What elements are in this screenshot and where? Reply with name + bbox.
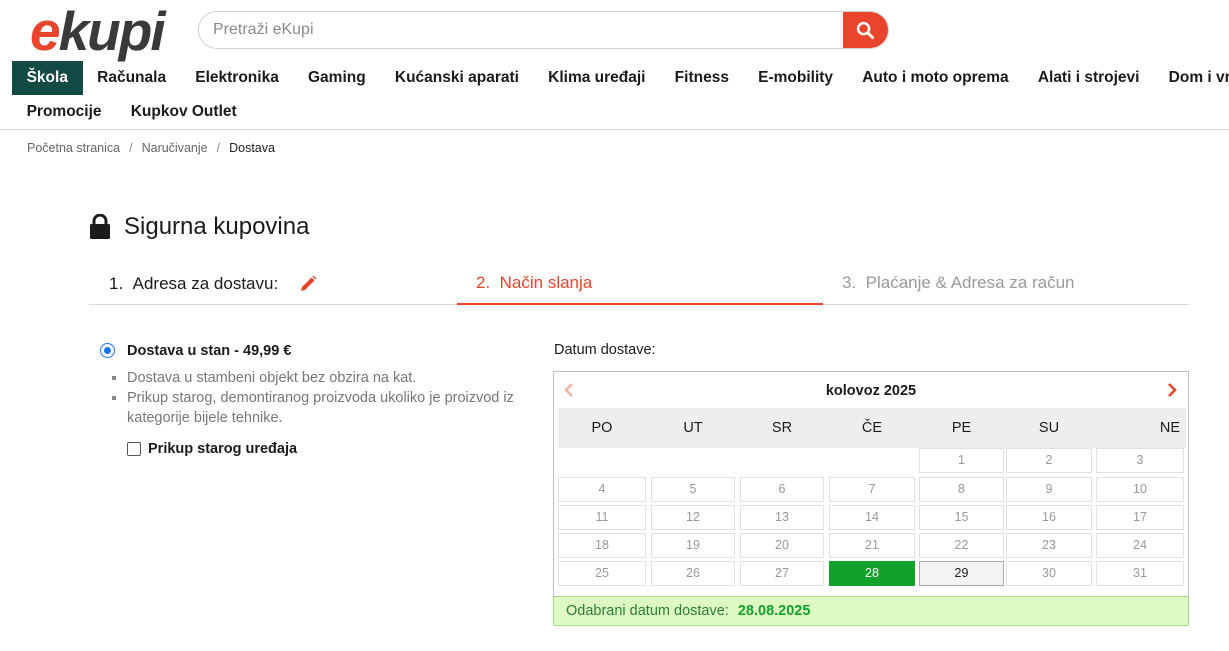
calendar-month: kolovoz 2025 <box>825 383 917 399</box>
selected-date-value: 28.08.2025 <box>737 603 811 619</box>
calendar-header: kolovoz 2025 <box>554 372 1188 408</box>
step-shipping-label: Način slanja <box>499 273 593 292</box>
weekday-label: SU <box>1038 420 1060 436</box>
calendar-day: 16 <box>1006 505 1092 530</box>
delivery-option-details: Dostava u stambeni objekt bez obzira na … <box>112 368 542 428</box>
search-icon <box>856 21 875 39</box>
calendar-day: 13 <box>740 505 824 530</box>
chevron-right-icon[interactable] <box>1165 381 1179 399</box>
step-shipping[interactable]: 2. Način slanja <box>457 262 823 305</box>
calendar-day: 26 <box>651 561 735 586</box>
calendar-weekdays: PO UT SR ČE PE SU NE <box>558 408 1186 448</box>
weekday-label: NE <box>1159 420 1180 436</box>
nav-item[interactable]: Promocije <box>12 96 116 128</box>
calendar-day: 25 <box>558 561 646 586</box>
page-title: Sigurna kupovina <box>124 213 310 240</box>
calendar-day: 7 <box>829 477 915 502</box>
calendar-day: 14 <box>829 505 915 530</box>
calendar-day: 6 <box>740 477 824 502</box>
page-title-row: Sigurna kupovina <box>89 213 309 241</box>
lock-icon <box>90 214 110 239</box>
nav-item[interactable]: Gaming <box>293 61 380 95</box>
breadcrumb-separator: / <box>129 141 133 155</box>
main-category-nav: Škola Računala Elektronika Gaming Kućanski a… <box>12 61 1229 95</box>
nav-item[interactable]: Kućanski aparati <box>380 61 533 95</box>
weekday-label: ČE <box>861 420 883 436</box>
weekday-label: PE <box>951 420 972 436</box>
pickup-old-device-row[interactable]: Prikup starog uređaja <box>127 441 297 457</box>
list-item: Dostava u stambeni objekt bez obzira na … <box>112 368 542 388</box>
nav-item[interactable]: E-mobility <box>744 61 848 95</box>
calendar-day: 27 <box>740 561 824 586</box>
pencil-icon[interactable] <box>298 274 318 294</box>
nav-item[interactable]: Kupkov Outlet <box>116 96 251 128</box>
checkout-steps: 1. Adresa za dostavu: 2. Način slanja 3.… <box>89 262 1189 305</box>
calendar-day: 24 <box>1096 533 1184 558</box>
delivery-calendar: kolovoz 2025 PO UT SR ČE PE SU NE 1 2 3 4 5 6 7 8 9 10 1… <box>553 371 1189 597</box>
nav-item[interactable]: Dom i vrt <box>1154 61 1229 95</box>
calendar-day: 22 <box>919 533 1004 558</box>
calendar-day: 19 <box>651 533 735 558</box>
delivery-date-label: Datum dostave: <box>554 342 656 358</box>
nav-item[interactable]: Klima uređaji <box>534 61 661 95</box>
calendar-day: 8 <box>919 477 1004 502</box>
step-payment-label: Plaćanje & Adresa za račun <box>865 273 1075 292</box>
calendar-day: 17 <box>1096 505 1184 530</box>
breadcrumb-separator: / <box>216 141 221 155</box>
calendar-day: 4 <box>558 477 646 502</box>
pickup-old-device-label[interactable]: Prikup starog uređaja <box>148 441 297 457</box>
nav-item[interactable]: Elektronika <box>181 61 294 95</box>
calendar-day: 23 <box>1006 533 1092 558</box>
weekday-label: UT <box>683 420 703 436</box>
search-bar <box>198 11 889 49</box>
step-payment-num: 3. <box>842 273 857 292</box>
breadcrumb-current: Dostava <box>229 141 275 155</box>
calendar-day: 21 <box>829 533 915 558</box>
weekday-label: SR <box>771 420 793 436</box>
calendar-day: 20 <box>740 533 824 558</box>
step-address-label: 1. Adresa za dostavu: <box>109 273 279 293</box>
calendar-day: 5 <box>651 477 735 502</box>
calendar-day[interactable]: 28 <box>829 561 915 586</box>
delivery-option-radio[interactable] <box>100 343 115 358</box>
step-payment[interactable]: 3. Plaćanje & Adresa za račun <box>842 262 1075 305</box>
calendar-day: 1 <box>919 448 1004 473</box>
nav-item[interactable]: Auto i moto oprema <box>848 61 1024 95</box>
calendar-day: 11 <box>558 505 646 530</box>
calendar-day: 3 <box>1096 448 1184 473</box>
calendar-day: 10 <box>1096 477 1184 502</box>
nav-item[interactable]: Računala <box>83 61 181 95</box>
secondary-nav: Promocije Kupkov Outlet <box>12 96 251 128</box>
site-header: ekupi ŠkolaRačunalaElektronikaGamingKuća… <box>0 0 1229 130</box>
selected-date-label: Odabrani datum dostave: <box>566 603 729 619</box>
step-shipping-num: 2. <box>476 273 491 292</box>
search-button[interactable] <box>843 12 888 48</box>
step-address[interactable]: 1. Adresa za dostavu: <box>109 262 318 305</box>
list-item: Prikup starog, demontiranog proizvoda uk… <box>112 388 542 428</box>
calendar-day[interactable]: 29 <box>919 561 1004 586</box>
calendar-day: 31 <box>1096 561 1184 586</box>
chevron-left-icon[interactable] <box>562 381 576 399</box>
delivery-option-title[interactable]: Dostava u stan - 49,99 € <box>127 343 291 359</box>
nav-item[interactable]: Fitness <box>660 61 743 95</box>
calendar-day: 12 <box>651 505 735 530</box>
calendar-day: 9 <box>1006 477 1092 502</box>
calendar-day: 2 <box>1006 448 1092 473</box>
calendar-day: 15 <box>919 505 1004 530</box>
weekday-label: PO <box>591 420 613 436</box>
ekupi-logo[interactable]: ekupi <box>30 0 166 62</box>
nav-item[interactable]: Alati i strojevi <box>1023 61 1154 95</box>
pickup-old-device-checkbox[interactable] <box>127 442 141 456</box>
breadcrumb-home[interactable]: Početna stranica <box>27 141 120 155</box>
search-input[interactable] <box>199 12 845 48</box>
breadcrumb: Početna stranica / Naručivanje / Dostava <box>27 141 275 155</box>
nav-item[interactable]: Škola <box>12 61 83 95</box>
calendar-day: 18 <box>558 533 646 558</box>
breadcrumb-order[interactable]: Naručivanje <box>142 141 208 155</box>
selected-date-bar: Odabrani datum dostave: 28.08.2025 <box>553 596 1189 626</box>
calendar-day: 30 <box>1006 561 1092 586</box>
